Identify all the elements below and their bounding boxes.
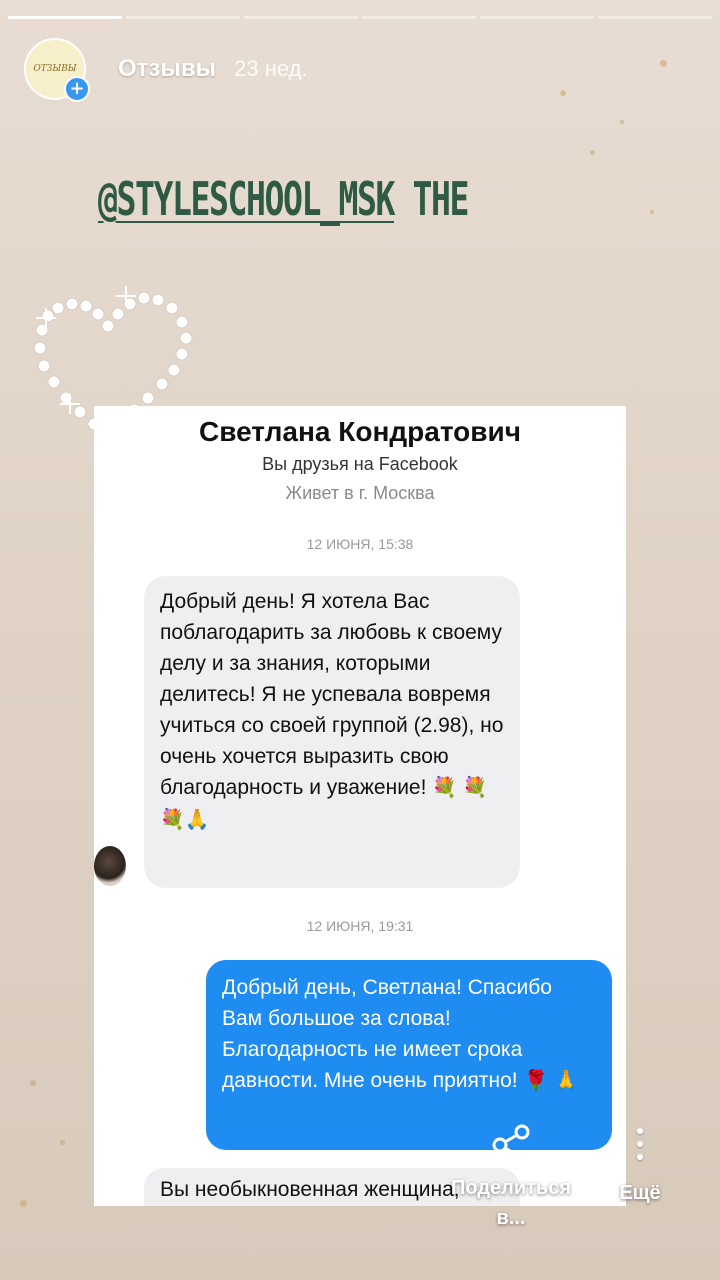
contact-name: Светлана Кондратович — [199, 416, 521, 447]
progress-segment — [598, 16, 712, 19]
outgoing-message-text: Добрый день, Светлана! Спасибо Вам больш… — [222, 976, 552, 1092]
share-label: Поделиться в... — [450, 1177, 572, 1229]
progress-segment — [480, 16, 594, 19]
progress-segment — [126, 16, 240, 19]
glitter-sparkle — [560, 90, 566, 96]
incoming-message-text: Добрый день! Я хотела Вас поблагодарить … — [160, 590, 504, 799]
glitter-sparkle — [620, 120, 624, 124]
chat-screenshot-card: Светлана Кондратович Вы друзья на Facebo… — [94, 406, 626, 1206]
more-button[interactable]: Ещё — [600, 1128, 680, 1208]
story-timestamp: 23 нед. — [234, 56, 308, 81]
share-icon — [492, 1124, 530, 1166]
more-vertical-icon — [600, 1128, 680, 1160]
story-username[interactable]: Отзывы — [118, 55, 216, 83]
story-progress-bar — [8, 16, 712, 19]
progress-segment — [362, 16, 476, 19]
share-button[interactable]: Поделиться в... — [446, 1122, 576, 1233]
glitter-sparkle — [650, 210, 654, 214]
glitter-sparkle — [590, 150, 595, 155]
profile-avatar[interactable]: ОТЗЫВЫ + — [24, 38, 90, 102]
handle-suffix: THE — [393, 172, 469, 226]
sender-avatar — [94, 846, 126, 886]
add-plus-icon[interactable]: + — [64, 76, 90, 102]
glitter-sparkle — [20, 1200, 27, 1207]
contact-location: Живет в г. Москва — [285, 483, 435, 503]
incoming-message-text: Вы необыкновенная женщина, — [160, 1178, 460, 1201]
friend-status: Вы друзья на Facebook — [262, 454, 458, 474]
glitter-sparkle — [30, 1080, 36, 1086]
rose-emoji: 🌹 🙏 — [523, 1070, 579, 1092]
story-header: ОТЗЫВЫ + Отзывы 23 нед. — [24, 38, 308, 102]
message-timestamp: 12 ИЮНЯ, 19:31 — [306, 918, 414, 934]
account-handle-text: @STYLESCHOOL_MSK THE — [98, 172, 469, 226]
message-timestamp: 12 ИЮНЯ, 15:38 — [306, 536, 414, 552]
avatar-logo-text: ОТЗЫВЫ — [33, 64, 77, 74]
more-label: Ещё — [619, 1182, 661, 1204]
account-handle-link[interactable]: @STYLESCHOOL_MSK — [98, 172, 395, 226]
glitter-sparkle — [660, 60, 667, 67]
progress-segment — [244, 16, 358, 19]
incoming-message-bubble: Добрый день! Я хотела Вас поблагодарить … — [144, 576, 520, 888]
progress-segment — [8, 16, 122, 19]
glitter-sparkle — [60, 1140, 65, 1145]
